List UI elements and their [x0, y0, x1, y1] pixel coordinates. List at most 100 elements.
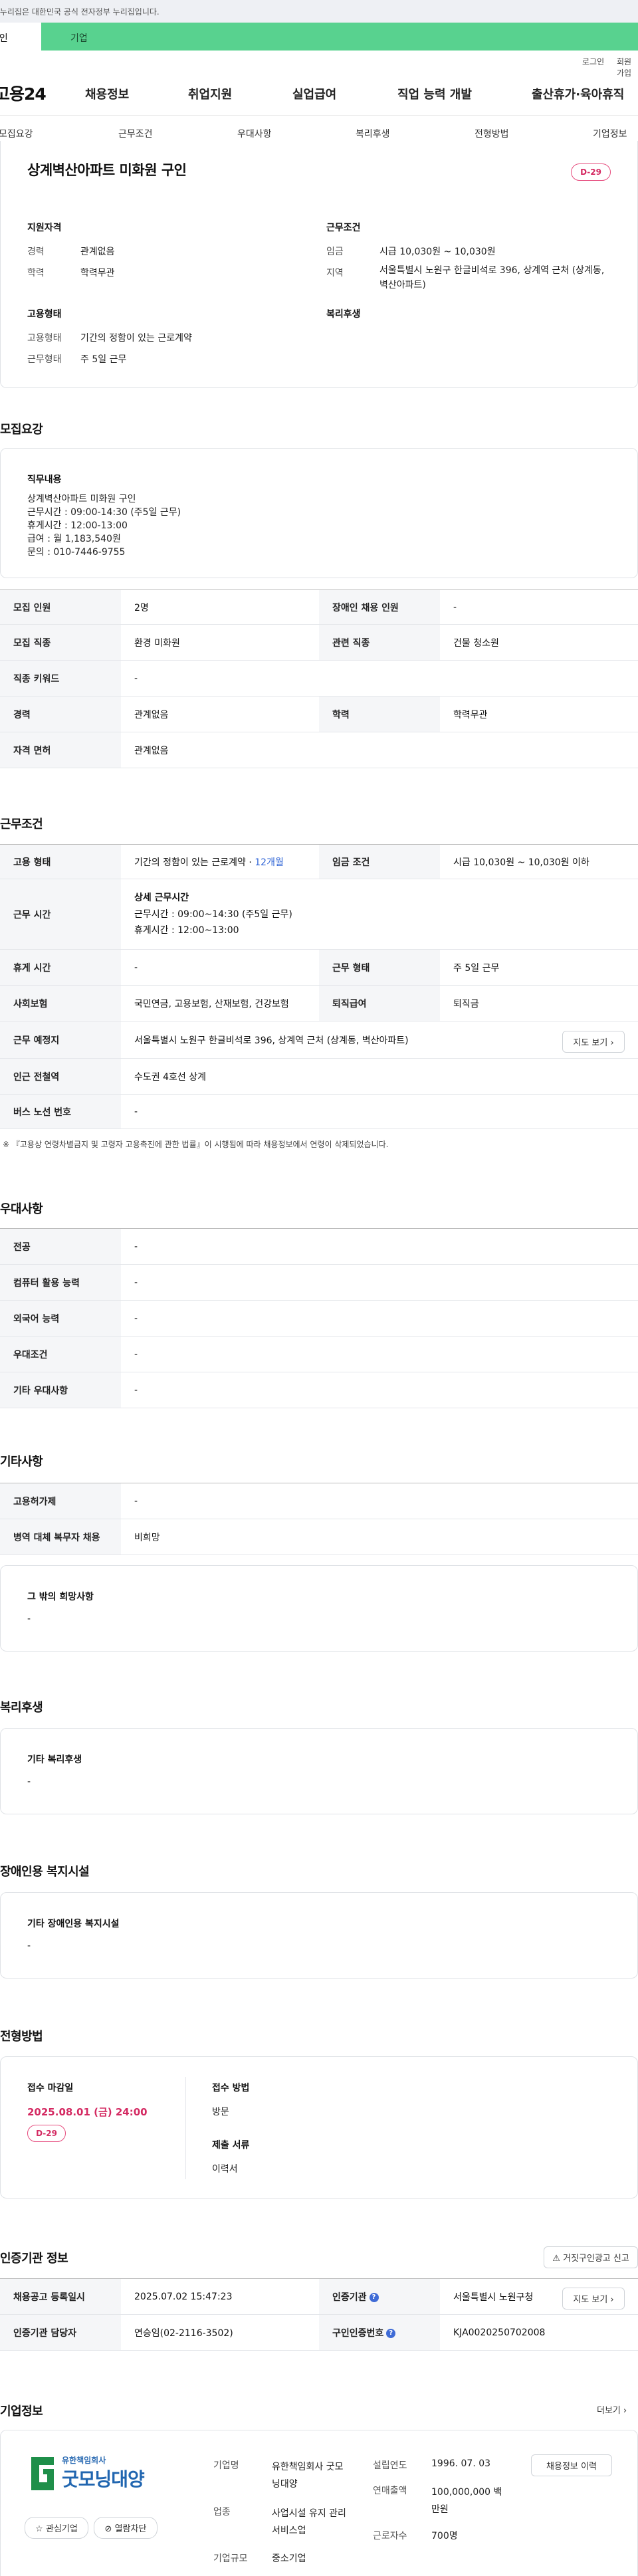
hours-title: 상세 근무시간 — [134, 892, 189, 903]
cond-region-label: 지역 — [326, 268, 344, 278]
nav-item-unemployment-benefit[interactable]: 실업급여 — [292, 85, 336, 102]
table-row: 버스 노선 번호 - — [0, 1094, 638, 1129]
selection-dday-badge: D-29 — [27, 2125, 66, 2142]
company-more-link[interactable]: 더보기 › — [597, 2403, 627, 2416]
job-history-button[interactable]: 채용정보 이력 — [531, 2454, 612, 2476]
cell-header: 근무 형태 — [319, 949, 440, 986]
block-view-label: 열람차단 — [114, 2524, 147, 2534]
tab-recruit[interactable]: 모집요강 — [0, 127, 33, 140]
table-row: 인증기관 담당자 연승임(02-2116-3502) 구인인증번호? KJA00… — [0, 2314, 638, 2351]
cell-header: 채용공고 등록일시 — [0, 2278, 121, 2315]
selection-heading: 전형방법 — [0, 2030, 43, 2044]
cell-value: - — [121, 660, 638, 697]
tab-work-conditions[interactable]: 근무조건 — [118, 127, 153, 140]
cell-value: - — [121, 1228, 638, 1265]
disability-heading: 장애인용 복지시설 — [0, 1865, 90, 1879]
cell-header: 휴게 시간 — [0, 949, 121, 986]
table-row: 고용허가제 - — [0, 1483, 638, 1519]
tab-preferences[interactable]: 우대사항 — [237, 127, 272, 140]
cell-header: 모집 인원 — [0, 590, 121, 625]
work-heading: 근무조건 — [0, 817, 43, 831]
cell-value: - — [440, 590, 638, 625]
gov-banner: 이 누리집은 대한민국 공식 전자정부 누리집입니다. — [0, 0, 638, 23]
report-fake-ad-button[interactable]: ⚠ 거짓구인광고 신고 — [544, 2246, 638, 2268]
duty-text: 상계벽산아파트 미화원 구인 근무시간 : 09:00-14:30 (주5일 근… — [27, 494, 181, 558]
cell-header: 근무 예정지 — [0, 1021, 121, 1059]
table-row: 컴퓨터 활용 능력 - — [0, 1264, 638, 1301]
method-value: 방문 — [212, 2107, 229, 2117]
agency-org-header: 인증기관 — [332, 2292, 367, 2303]
info-icon[interactable]: ? — [386, 2328, 396, 2338]
tab-company[interactable]: 기업 — [41, 23, 638, 51]
pref-table: 전공 - 컴퓨터 활용 능력 - 외국어 능력 - 우대조건 - 기타 우대사항 - — [0, 1228, 638, 1408]
site-logo[interactable]: 고용24 — [0, 81, 47, 105]
cell-value: 건물 청소원 — [440, 624, 638, 661]
table-row: 직종 키워드 - — [0, 660, 638, 697]
company-sales-label: 연매출액 — [373, 2486, 407, 2496]
table-row: 채용공고 등록일시 2025.07.02 15:47:23 인증기관? 서울특별… — [0, 2278, 638, 2315]
cell-header: 경력 — [0, 696, 121, 732]
company-card: 유한책임회사 굿모닝대양 ☆ 관심기업 ⊘ 열람차단 기업명 유한책임회사 굿모… — [0, 2430, 638, 2576]
disability-card-value: - — [27, 1941, 31, 1951]
company-logo: 유한책임회사 굿모닝대양 — [25, 2450, 158, 2497]
interest-company-label: 관심기업 — [45, 2524, 78, 2534]
cond-title: 근무조건 — [326, 223, 361, 233]
table-row: 우대조건 - — [0, 1336, 638, 1372]
cell-value: 수도권 4호선 상계 — [121, 1058, 638, 1095]
pref-heading: 우대사항 — [0, 1202, 43, 1216]
nav-item-vocational-training[interactable]: 직업 능력 개발 — [397, 85, 472, 102]
company-employees-value: 700명 — [431, 2531, 458, 2541]
summary-card: 상계벽산아파트 미화원 구인 D-29 지원자격 경력 관계없음 학력 학력무관… — [0, 141, 638, 388]
hours-lines: 근무시간 : 09:00~14:30 (주5일 근무) 휴게시간 : 12:00… — [134, 909, 292, 936]
agency-map-button[interactable]: 지도 보기 › — [562, 2288, 625, 2309]
block-view-button[interactable]: ⊘ 열람차단 — [94, 2517, 158, 2539]
cell-header: 병역 대체 복무자 채용 — [0, 1519, 121, 1555]
emp-type-label: 고용형태 — [27, 333, 62, 344]
cell-header: 고용 형태 — [0, 844, 121, 879]
company-logo-icon — [31, 2457, 54, 2490]
company-industry-label: 업종 — [213, 2507, 231, 2518]
tab-welfare[interactable]: 복리후생 — [356, 127, 390, 140]
nav-item-jobs[interactable]: 채용정보 — [85, 85, 129, 102]
nav-item-employment-support[interactable]: 취업지원 — [188, 85, 232, 102]
tab-company-label: 기업 — [70, 33, 88, 44]
agency-map-label: 지도 보기 — [573, 2295, 608, 2305]
deadline-value: 2025.08.01 (금) 24:00 — [27, 2106, 148, 2118]
dday-badge: D-29 — [571, 163, 611, 181]
qual-edu-value: 학력무관 — [80, 268, 115, 278]
company-logo-sub: 유한책임회사 — [62, 2456, 106, 2465]
login-link[interactable]: 로그인 — [582, 56, 604, 67]
cell-value: - — [121, 1483, 638, 1519]
tab-company[interactable]: 기업정보 — [593, 127, 627, 140]
info-icon[interactable]: ? — [369, 2292, 379, 2302]
company-more-label: 더보기 — [597, 2406, 621, 2416]
nav-item-parental-leave[interactable]: 출산휴가·육아휴직 — [532, 85, 624, 102]
company-name-label: 기업명 — [213, 2460, 239, 2471]
disability-card-title: 기타 장애인용 복지시설 — [27, 1919, 120, 1929]
divider — [185, 2077, 186, 2179]
cell-value: - — [121, 1372, 638, 1408]
cell-header: 전공 — [0, 1228, 121, 1265]
cell-header: 자격 면허 — [0, 732, 121, 768]
cell-header: 고용허가제 — [0, 1483, 121, 1519]
tab-selection[interactable]: 전형방법 — [475, 127, 509, 140]
global-nav: 고용24 채용정보 취업지원 실업급여 직업 능력 개발 출산휴가·육아휴직 — [0, 69, 638, 116]
work-type-value: 주 5일 근무 — [80, 354, 127, 365]
tab-personal[interactable]: 개인 — [0, 23, 41, 51]
cell-header: 인근 전철역 — [0, 1058, 121, 1095]
hope-card: 그 밖의 희망사항 - — [0, 1565, 638, 1652]
docs-value: 이력서 — [212, 2164, 238, 2175]
job-title: 상계벽산아파트 미화원 구인 — [27, 162, 187, 178]
alert-icon: ⚠ — [552, 2254, 560, 2264]
chevron-right-icon: › — [623, 2406, 627, 2416]
table-row: 자격 면허 관계없음 — [0, 732, 638, 768]
cell-value: 기간의 정함이 있는 근로계약 · 12개월 — [121, 844, 319, 879]
tab-personal-label: 개인 — [0, 33, 8, 44]
table-row: 기타 우대사항 - — [0, 1372, 638, 1408]
interest-company-button[interactable]: ☆ 관심기업 — [25, 2517, 88, 2539]
agency-heading: 인증기관 정보 — [0, 2252, 68, 2266]
company-founded-value: 1996. 07. 03 — [431, 2458, 491, 2469]
map-view-button[interactable]: 지도 보기 › — [562, 1031, 625, 1053]
cell-value: KJA0020250702008 — [440, 2314, 638, 2351]
company-name-value: 유한책임회사 굿모닝대양 — [272, 2462, 344, 2490]
